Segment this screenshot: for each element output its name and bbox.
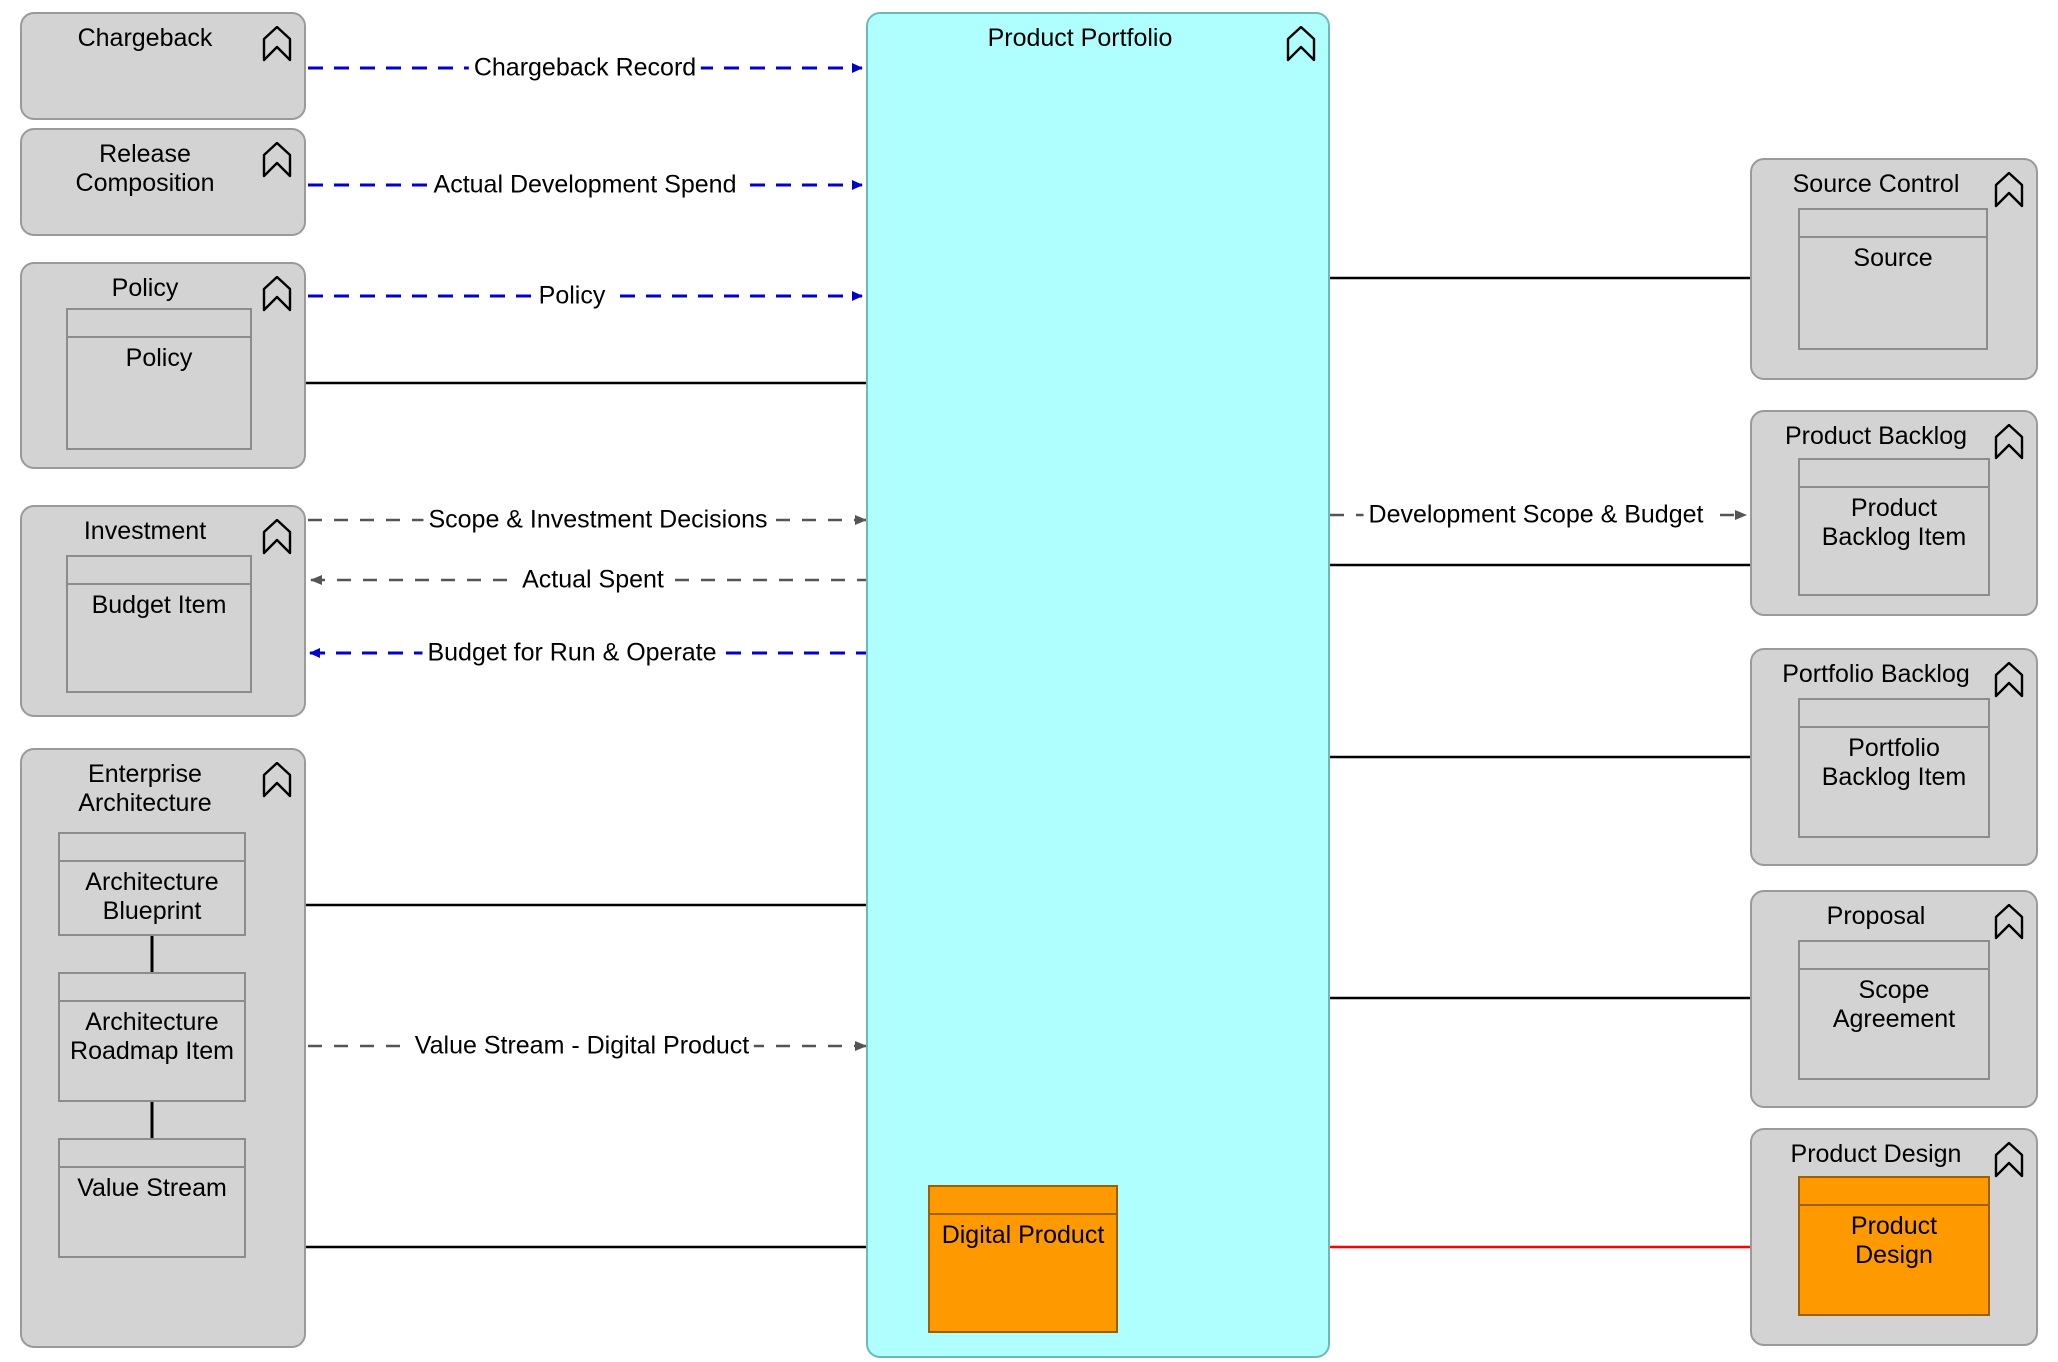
port-backlog-line1: Portfolio [1848,734,1940,762]
flow-label-value-stream-digital-product: Value Stream - Digital Product [409,1033,755,1059]
prod-backlog-line1: Product [1850,494,1938,522]
object-portfolio-backlog-item-label: Portfolio Backlog Item [1800,728,1988,793]
scope-agreement-line1: Scope [1858,976,1930,1004]
chevron-up-outline-icon [1994,172,2024,208]
object-header-bar [68,310,250,338]
group-release-composition[interactable]: Release Composition [20,128,306,236]
object-architecture-roadmap-item-label: Architecture Roadmap Item [60,1002,244,1067]
object-header-bar [1800,210,1986,238]
object-source-label: Source [1853,244,1933,272]
port-backlog-line2: Backlog Item [1821,763,1967,792]
chevron-up-outline-icon [262,26,292,62]
object-product-design-label: Product Design [1800,1206,1988,1271]
group-investment[interactable]: Investment Budget Item [20,505,306,717]
chevron-up-outline-icon [1994,424,2024,460]
object-header-bar [1800,1178,1988,1206]
chevron-up-outline-icon [1994,1142,2024,1178]
product-design-line2: Design [1855,1241,1933,1270]
object-scope-agreement-label: Scope Agreement [1800,970,1988,1035]
object-value-stream-label: Value Stream [77,1174,227,1202]
group-policy[interactable]: Policy Policy [20,262,306,469]
scope-agreement-line2: Agreement [1832,1005,1956,1034]
flow-label-policy: Policy [533,283,611,309]
object-header-bar [68,557,250,585]
object-product-backlog-item-label: Product Backlog Item [1800,488,1988,553]
group-product-portfolio-title: Product Portfolio [987,24,1173,52]
group-source-control[interactable]: Source Control Source [1750,158,2038,380]
object-header-bar [60,834,244,862]
release-title-line2: Composition [75,169,215,198]
diagram-canvas: Chargeback Release Composition Policy Po… [0,0,2058,1362]
group-chargeback[interactable]: Chargeback [20,12,306,120]
flow-label-chargeback-record: Chargeback Record [468,55,702,81]
object-scope-agreement[interactable]: Scope Agreement [1798,940,1990,1080]
object-header-bar [1800,700,1988,728]
flow-label-budget-run-operate: Budget for Run & Operate [422,640,722,666]
object-portfolio-backlog-item[interactable]: Portfolio Backlog Item [1798,698,1990,838]
arch-blueprint-line1: Architecture [85,868,219,896]
flow-label-scope-investment-decisions: Scope & Investment Decisions [423,507,773,533]
object-architecture-blueprint[interactable]: Architecture Blueprint [58,832,246,936]
object-architecture-blueprint-label: Architecture Blueprint [60,862,244,927]
object-header-bar [1800,460,1988,488]
object-header-bar [1800,942,1988,970]
prod-backlog-line2: Backlog Item [1821,523,1967,552]
object-policy[interactable]: Policy [66,308,252,450]
object-budget-item-label: Budget Item [91,591,227,619]
arch-blueprint-line2: Blueprint [102,897,202,926]
chevron-up-outline-icon [262,142,292,178]
object-digital-product-label: Digital Product [941,1221,1105,1249]
object-header-bar [930,1187,1116,1215]
chevron-up-outline-icon [1994,904,2024,940]
flow-label-actual-spent: Actual Spent [517,567,669,593]
chevron-up-outline-icon [1286,26,1316,62]
flow-label-actual-development-spend: Actual Development Spend [428,172,742,198]
product-design-line1: Product [1850,1212,1938,1240]
object-product-design[interactable]: Product Design [1798,1176,1990,1316]
group-product-portfolio[interactable]: Product Portfolio Digital Product [866,12,1330,1358]
object-product-backlog-item[interactable]: Product Backlog Item [1798,458,1990,596]
group-portfolio-backlog[interactable]: Portfolio Backlog Portfolio Backlog Item [1750,648,2038,866]
object-header-bar [60,974,244,1002]
object-policy-label: Policy [125,344,193,372]
chevron-up-outline-icon [1994,662,2024,698]
object-header-bar [60,1140,244,1168]
group-proposal[interactable]: Proposal Scope Agreement [1750,890,2038,1108]
arch-roadmap-line1: Architecture [85,1008,219,1036]
group-product-design[interactable]: Product Design Product Design [1750,1128,2038,1346]
release-title-line1: Release [99,140,191,168]
arch-roadmap-line2: Roadmap Item [70,1037,234,1066]
chevron-up-outline-icon [262,519,292,555]
object-source[interactable]: Source [1798,208,1988,350]
chevron-up-outline-icon [262,276,292,312]
object-architecture-roadmap-item[interactable]: Architecture Roadmap Item [58,972,246,1102]
object-value-stream[interactable]: Value Stream [58,1138,246,1258]
object-digital-product[interactable]: Digital Product [928,1185,1118,1333]
group-enterprise-architecture[interactable]: Enterprise Architecture Architecture Blu… [20,748,306,1348]
object-budget-item[interactable]: Budget Item [66,555,252,693]
group-product-backlog[interactable]: Product Backlog Product Backlog Item [1750,410,2038,616]
flow-label-development-scope-budget: Development Scope & Budget [1363,502,1709,528]
